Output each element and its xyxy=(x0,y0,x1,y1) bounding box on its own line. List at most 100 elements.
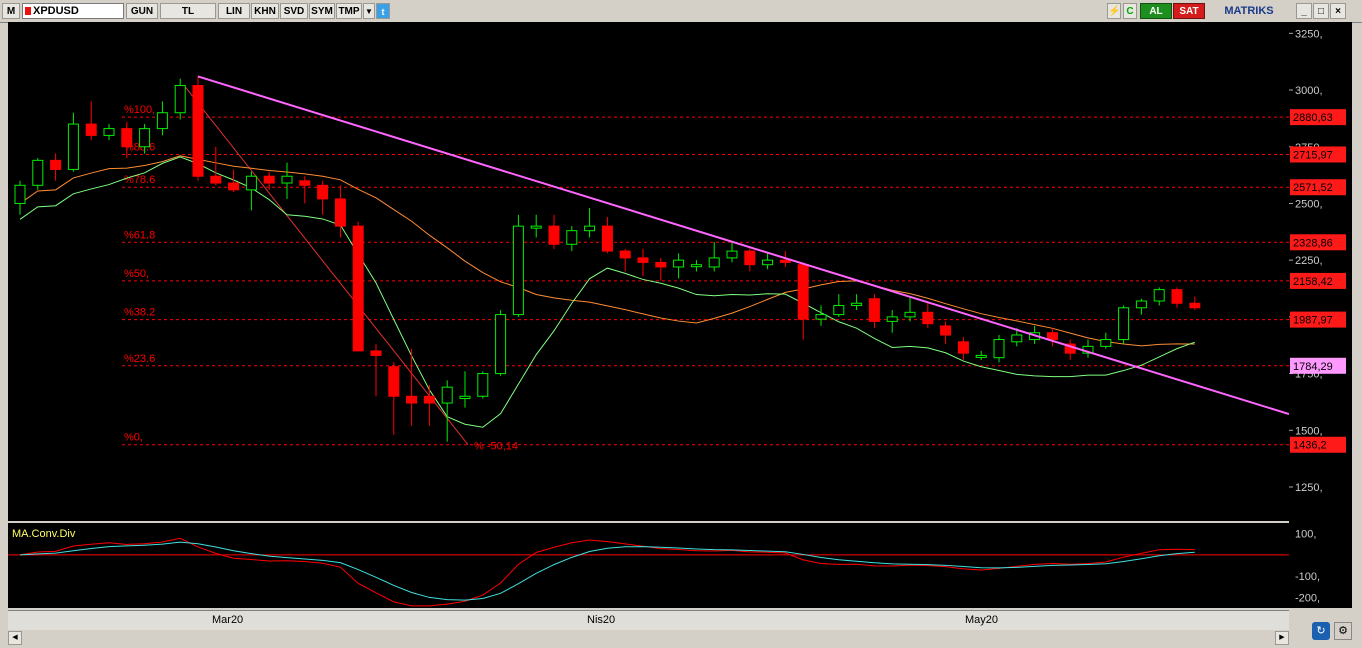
brand-logo: MATRIKS xyxy=(1208,3,1290,19)
logo-button[interactable]: M xyxy=(2,3,20,19)
candle-body xyxy=(744,250,756,266)
tb-gun[interactable]: GUN xyxy=(126,3,158,19)
buy-button[interactable]: AL xyxy=(1140,3,1172,19)
candle-body xyxy=(50,159,62,170)
candle-body xyxy=(815,314,827,320)
candle-body xyxy=(299,180,311,186)
candle-body xyxy=(957,341,969,354)
candle-body xyxy=(263,175,275,184)
scroll-right-arrow-icon[interactable]: ▶ xyxy=(1275,631,1289,645)
price-axis[interactable]: 3250,3000,2750,2500,2250,2000,1750,1500,… xyxy=(1289,22,1352,608)
candle-body xyxy=(174,85,186,114)
candle-body xyxy=(868,298,880,322)
maximize-button[interactable]: □ xyxy=(1313,3,1329,19)
sell-button[interactable]: SAT xyxy=(1173,3,1205,19)
axis-tick-label: 1500, xyxy=(1295,425,1323,437)
candle-body xyxy=(1189,302,1201,309)
candle-body xyxy=(32,159,44,186)
candle-body xyxy=(495,314,507,375)
fib-label: %100, xyxy=(124,104,155,116)
date-axis: Mar20 Nis20 May20 xyxy=(8,610,1289,631)
axis-tick-label: 2500, xyxy=(1295,198,1323,210)
axis-tick-label: 2250, xyxy=(1295,255,1323,267)
refresh-chart-icon[interactable]: ↻ xyxy=(1312,622,1330,640)
oscillator-svg: MA.Conv.Div xyxy=(8,528,1289,607)
candle-body xyxy=(1153,289,1165,302)
fib-label: %61.8 xyxy=(124,229,155,241)
candle-body xyxy=(655,261,667,268)
axis-tick-label: 1250, xyxy=(1295,482,1323,494)
osc-tick-label: 100, xyxy=(1295,529,1316,541)
candle-body xyxy=(1046,332,1058,341)
candle-body xyxy=(1118,307,1130,341)
price-badge-label: 1987,97 xyxy=(1293,315,1333,327)
candle-body xyxy=(566,230,578,245)
date-label-mar: Mar20 xyxy=(212,614,244,626)
tb-khn[interactable]: KHN xyxy=(251,3,279,19)
candle-body xyxy=(281,175,293,184)
candle-body xyxy=(121,128,133,148)
candle-body xyxy=(904,311,916,318)
fib-label: %78.6 xyxy=(124,174,155,186)
osc-tick-label: -100, xyxy=(1295,571,1320,583)
candle-body xyxy=(797,264,809,320)
candle-body xyxy=(548,225,560,245)
oscillator-panel[interactable]: MA.Conv.Div xyxy=(8,523,1289,608)
date-label-nis: Nis20 xyxy=(587,614,616,626)
horizontal-scrollbar[interactable]: ◀ ▶ xyxy=(8,630,1289,645)
candle-body xyxy=(584,225,596,232)
candle-body xyxy=(1171,289,1183,304)
candle-body xyxy=(1100,339,1112,347)
candle-body xyxy=(192,85,204,177)
candle-body xyxy=(530,225,542,229)
candle-body xyxy=(762,259,774,266)
candle-body xyxy=(637,257,649,263)
tb-sym[interactable]: SYM xyxy=(309,3,335,19)
price-badge-label: 1436,2 xyxy=(1293,440,1327,452)
fib-label: %23.6 xyxy=(124,353,155,365)
fib-diagonal xyxy=(183,85,469,446)
candle-body xyxy=(388,366,400,397)
settings-icon[interactable]: ⚙ xyxy=(1334,622,1352,640)
candle-body xyxy=(726,250,738,259)
fib-label: %50, xyxy=(124,268,149,280)
osc-tick-label: -200, xyxy=(1295,592,1320,604)
close-button[interactable]: × xyxy=(1330,3,1346,19)
price-chart[interactable]: %100, %88.6 %78.6 %61.8 %50, %38.2 %23.6 %0,% -… xyxy=(8,22,1289,521)
price-badge-label: 2571,52 xyxy=(1293,182,1333,194)
candle-body xyxy=(619,250,631,259)
symbol-input[interactable]: XPDUSD xyxy=(22,3,124,19)
symbol-label: XPDUSD xyxy=(33,5,79,17)
candle-body xyxy=(833,305,845,316)
candle-body xyxy=(459,395,471,400)
candle-body xyxy=(334,198,346,227)
price-badge-label: 2880,63 xyxy=(1293,112,1333,124)
twitter-icon[interactable]: t xyxy=(376,3,390,19)
candle-body xyxy=(103,128,115,136)
fib-label: %0, xyxy=(124,432,143,444)
scroll-left-arrow-icon[interactable]: ◀ xyxy=(8,631,22,645)
tb-tl[interactable]: TL xyxy=(160,3,216,19)
candle-body xyxy=(922,311,934,325)
candle-body xyxy=(477,373,489,397)
candle-body xyxy=(975,354,987,358)
minimize-button[interactable]: _ xyxy=(1296,3,1312,19)
refresh-icon[interactable]: C xyxy=(1123,3,1137,19)
candle-body xyxy=(601,225,613,252)
price-badge-label: 2158,42 xyxy=(1293,276,1333,288)
candle-body xyxy=(67,123,79,170)
tb-lin[interactable]: LIN xyxy=(218,3,250,19)
candle-body xyxy=(317,184,329,200)
tb-tmp[interactable]: TMP xyxy=(336,3,362,19)
candle-body xyxy=(406,395,418,404)
candle-body xyxy=(228,182,240,191)
tb-svd[interactable]: SVD xyxy=(280,3,308,19)
candle-body xyxy=(886,316,898,322)
fib-label: %38.2 xyxy=(124,307,155,319)
candle-body xyxy=(210,175,222,184)
candle-body xyxy=(139,128,151,148)
candle-body xyxy=(779,259,791,263)
lightning-icon[interactable]: ⚡ xyxy=(1107,3,1121,19)
dropdown-arrow-icon[interactable]: ▼ xyxy=(363,3,375,19)
candle-body xyxy=(423,395,435,404)
